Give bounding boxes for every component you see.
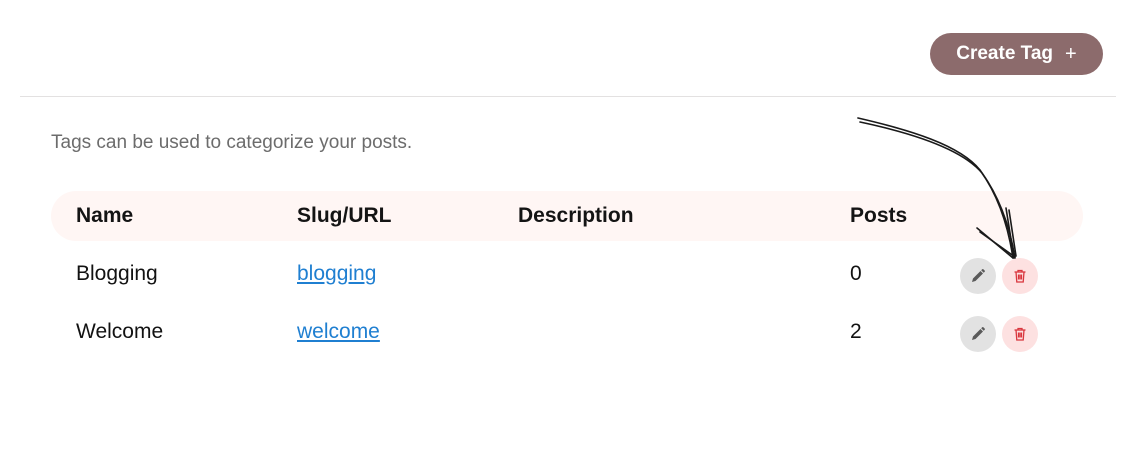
tag-name: Blogging bbox=[76, 262, 158, 285]
edit-tag-button[interactable] bbox=[960, 316, 996, 352]
table-row: Welcome welcome 2 bbox=[51, 310, 1083, 354]
column-header-description: Description bbox=[518, 204, 634, 227]
annotation-arrow-icon bbox=[857, 117, 1017, 259]
create-tag-button[interactable]: Create Tag + bbox=[930, 33, 1103, 75]
tag-posts-count: 2 bbox=[850, 320, 862, 343]
intro-text: Tags can be used to categorize your post… bbox=[51, 132, 413, 153]
trash-icon bbox=[1014, 327, 1026, 341]
column-header-slug: Slug/URL bbox=[297, 204, 392, 227]
pencil-icon bbox=[972, 269, 985, 282]
create-tag-label: Create Tag bbox=[956, 43, 1054, 64]
pencil-icon bbox=[972, 327, 985, 340]
tag-slug-link[interactable]: blogging bbox=[297, 252, 376, 296]
delete-tag-button[interactable] bbox=[1002, 316, 1038, 352]
trash-icon bbox=[1014, 269, 1026, 283]
column-header-name: Name bbox=[76, 204, 134, 227]
tag-slug-link[interactable]: welcome bbox=[297, 310, 380, 354]
plus-icon: + bbox=[1065, 43, 1077, 65]
tag-name: Welcome bbox=[76, 320, 164, 343]
tags-page: Create Tag + Tags can be used to categor… bbox=[0, 0, 1135, 458]
